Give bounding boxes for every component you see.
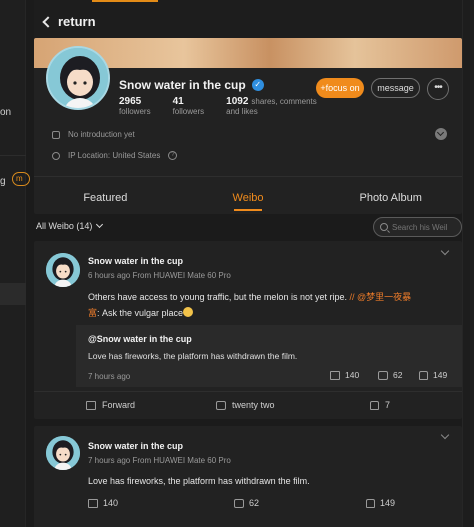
back-button[interactable]: return (42, 14, 96, 29)
count: 149 (380, 498, 396, 508)
profile-card: Snow water in the cup ✓ 2965 followers 4… (34, 38, 462, 214)
stat-label: followers (119, 107, 151, 116)
profile-name-text: Snow water in the cup (119, 78, 246, 92)
stat-interactions[interactable]: 1092 shares, comments and likes (226, 96, 317, 116)
stat-number: 1092 (226, 96, 249, 107)
share-count[interactable]: 140 (88, 498, 118, 508)
stat-label: followers (172, 107, 205, 116)
left-panel: on g m (0, 0, 30, 527)
ip-location-row: IP Location: United States ? (52, 151, 178, 160)
intro-row: No introduction yet (52, 130, 135, 139)
avatar[interactable] (46, 253, 80, 287)
more-options-button[interactable]: ••• (427, 78, 449, 100)
count: 62 (249, 498, 260, 508)
post-text-part: Others have access to young traffic, but… (88, 292, 350, 302)
right-panel (462, 0, 474, 527)
tab-featured[interactable]: Featured (34, 177, 177, 214)
profile-tabs: Featured Weibo Photo Album (34, 176, 462, 214)
repost-share-count[interactable]: 140 (330, 370, 359, 380)
repost-like-count[interactable]: 149 (419, 370, 447, 380)
post-actions: Forward twenty two 7 (34, 391, 462, 419)
weibo-post (34, 519, 462, 527)
forward-button[interactable]: Forward (86, 400, 135, 410)
location-icon (52, 151, 60, 160)
like-button[interactable]: 7 (370, 400, 390, 410)
search-box[interactable] (373, 217, 462, 237)
post-text-part: : Ask the vulgar place (97, 308, 184, 318)
left-panel-text: on (0, 107, 12, 118)
count: 140 (345, 370, 360, 380)
stat-number: 2965 (119, 96, 142, 107)
post-text: Love has fireworks, the platform has wit… (88, 476, 310, 486)
mention-link[interactable]: 富 (88, 308, 97, 318)
left-panel-highlight-row[interactable] (0, 283, 26, 305)
post-author[interactable]: Snow water in the cup (88, 256, 183, 266)
stat-following[interactable]: 41 followers (173, 96, 205, 116)
follow-button[interactable]: +focus on (316, 78, 364, 98)
chevron-down-icon[interactable] (440, 430, 450, 440)
forward-label: Forward (102, 400, 136, 410)
weibo-filter-dropdown[interactable]: All Weibo (14) (36, 220, 104, 231)
comment-icon (216, 400, 226, 410)
back-label: return (58, 14, 96, 29)
thumbs-up-icon (370, 400, 379, 410)
post-meta: 7 hours ago From HUAWEI Mate 60 Pro (88, 456, 231, 465)
comment-icon (378, 370, 388, 380)
avatar[interactable] (46, 436, 80, 470)
comment-button[interactable]: twenty two (216, 400, 275, 410)
document-icon (52, 130, 60, 139)
stat-label: and likes (226, 107, 258, 116)
reposted-content[interactable]: @Snow water in the cup Love has firework… (76, 325, 462, 387)
post-text: Others have access to young traffic, but… (88, 289, 453, 321)
weibo-post: Snow water in the cup 7 hours ago From H… (34, 426, 462, 521)
share-icon (330, 370, 340, 380)
repost-comment-count[interactable]: 62 (378, 370, 402, 380)
filter-label: All Weibo (14) (36, 221, 93, 231)
comment-icon (234, 498, 244, 508)
intro-text: No introduction yet (68, 130, 135, 139)
comment-count: twenty two (232, 400, 275, 410)
thumbs-up-icon (366, 498, 375, 508)
chevron-down-icon[interactable] (440, 246, 450, 256)
share-icon (86, 400, 96, 410)
chevron-down-icon (96, 220, 104, 229)
weibo-post: Snow water in the cup 6 hours ago From H… (34, 241, 462, 419)
post-meta: 6 hours ago From HUAWEI Mate 60 Pro (88, 271, 231, 280)
post-author[interactable]: Snow water in the cup (88, 441, 183, 451)
left-panel-tag[interactable]: m (12, 172, 30, 186)
count: 149 (433, 370, 448, 380)
repost-author[interactable]: @Snow water in the cup (88, 334, 192, 344)
like-count[interactable]: 149 (366, 498, 395, 508)
expand-icon[interactable] (435, 128, 447, 140)
repost-time: 7 hours ago (88, 372, 131, 381)
share-icon (88, 498, 98, 508)
tab-photo-album[interactable]: Photo Album (319, 177, 462, 214)
accent-line (92, 0, 158, 2)
ip-location-text: IP Location: United States (68, 151, 161, 160)
stat-followers[interactable]: 2965 followers (119, 96, 151, 116)
repost-text: Love has fireworks, the platform has wit… (88, 351, 298, 361)
divider (0, 155, 26, 156)
search-input[interactable] (392, 222, 461, 232)
count: 62 (393, 370, 403, 380)
left-panel-text: g (0, 176, 6, 187)
stat-number: 41 (172, 96, 184, 107)
search-icon (380, 223, 388, 231)
emoji-icon (183, 307, 194, 317)
chevron-left-icon (42, 15, 54, 28)
count: 140 (103, 498, 119, 508)
profile-stats: 2965 followers 41 followers 1092 shares,… (119, 96, 317, 116)
profile-name: Snow water in the cup ✓ (119, 78, 264, 92)
verified-icon: ✓ (251, 79, 264, 91)
avatar[interactable] (46, 46, 110, 110)
stat-label: shares, comments (251, 97, 317, 106)
thumbs-up-icon (419, 370, 428, 380)
like-count: 7 (385, 400, 391, 410)
message-button[interactable]: message (371, 78, 420, 98)
top-bar: return (34, 0, 462, 38)
tab-weibo[interactable]: Weibo (177, 177, 320, 214)
comment-count[interactable]: 62 (234, 498, 259, 508)
help-icon[interactable]: ? (168, 151, 178, 160)
mention-link[interactable]: // @梦里一夜暴 (349, 292, 411, 302)
